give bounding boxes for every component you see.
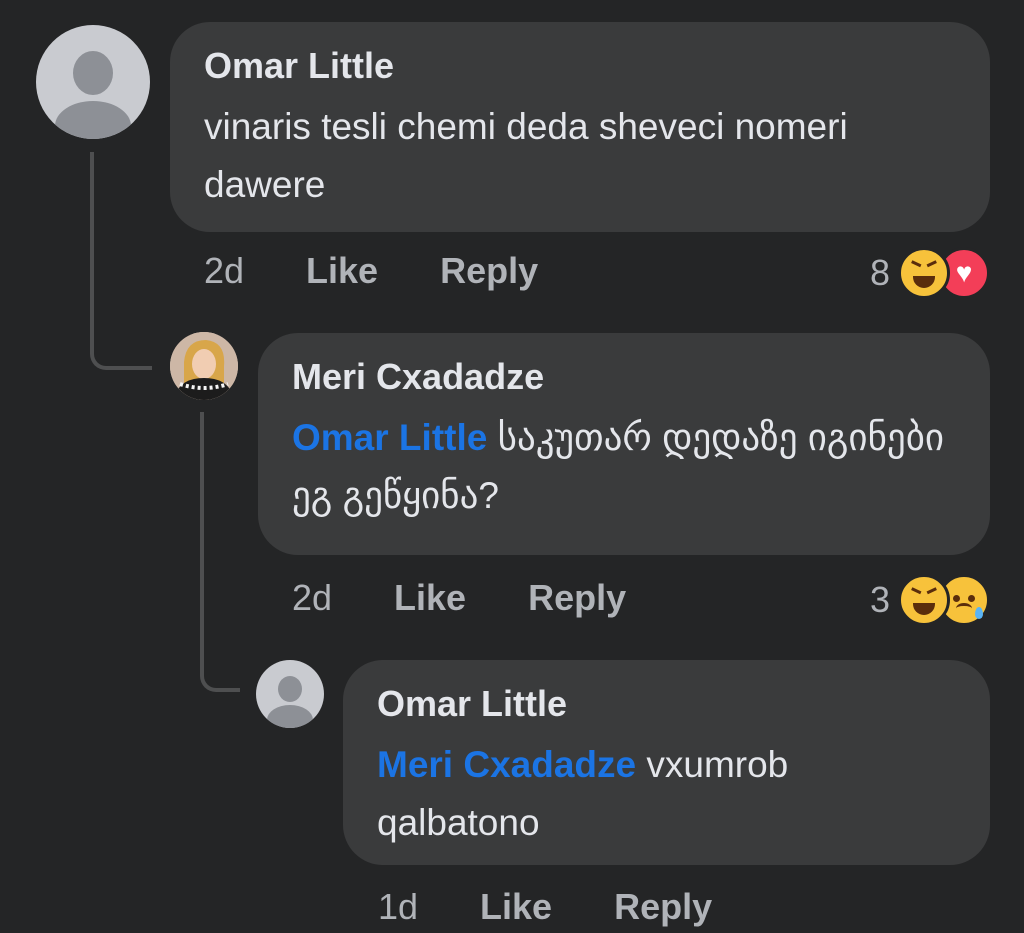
comment-bubble: Omar Little Meri Cxadadze vxumrob qalbat… — [343, 660, 990, 865]
like-button[interactable]: Like — [480, 886, 552, 928]
avatar-placeholder-icon — [73, 51, 113, 95]
reply-button[interactable]: Reply — [440, 250, 538, 292]
like-button[interactable]: Like — [306, 250, 378, 292]
reaction-summary[interactable]: 8 ♥ — [870, 247, 990, 299]
reaction-summary[interactable]: 3 — [870, 574, 990, 626]
comment-actions: 2d Like Reply — [292, 577, 688, 619]
comment-bubble: Omar Little vinaris tesli chemi deda she… — [170, 22, 990, 232]
comment-text: vinaris tesli chemi deda sheveci nomeri … — [204, 98, 956, 214]
reaction-count: 3 — [869, 579, 890, 620]
avatar[interactable] — [256, 660, 324, 728]
comment-author[interactable]: Omar Little — [204, 44, 956, 88]
profile-photo-icon — [170, 332, 238, 400]
reply-button[interactable]: Reply — [528, 577, 626, 619]
mention-link[interactable]: Omar Little — [292, 417, 487, 458]
comment-actions: 1d Like Reply — [378, 886, 774, 928]
haha-icon — [898, 574, 950, 626]
comment-timestamp[interactable]: 2d — [292, 577, 332, 619]
comment-body: vinaris tesli chemi deda sheveci nomeri … — [204, 106, 848, 205]
comment-author[interactable]: Meri Cxadadze — [292, 355, 956, 399]
comment-timestamp[interactable]: 2d — [204, 250, 244, 292]
comment-timestamp[interactable]: 1d — [378, 886, 418, 928]
thread-connector — [90, 152, 152, 370]
avatar[interactable] — [170, 332, 238, 400]
like-button[interactable]: Like — [394, 577, 466, 619]
avatar[interactable] — [36, 25, 150, 139]
comment-text: Omar Little საკუთარ დედაზე იგინები ეგ გე… — [292, 409, 956, 525]
reply-button[interactable]: Reply — [614, 886, 712, 928]
comment-author[interactable]: Omar Little — [377, 682, 956, 726]
thread-connector — [200, 412, 240, 692]
comment-text: Meri Cxadadze vxumrob qalbatono — [377, 736, 897, 852]
reaction-count: 8 — [869, 252, 890, 293]
avatar-placeholder-icon — [278, 676, 302, 702]
haha-icon — [898, 247, 950, 299]
comment-bubble: Meri Cxadadze Omar Little საკუთარ დედაზე… — [258, 333, 990, 555]
mention-link[interactable]: Meri Cxadadze — [377, 744, 636, 785]
comment-actions: 2d Like Reply — [204, 250, 600, 292]
